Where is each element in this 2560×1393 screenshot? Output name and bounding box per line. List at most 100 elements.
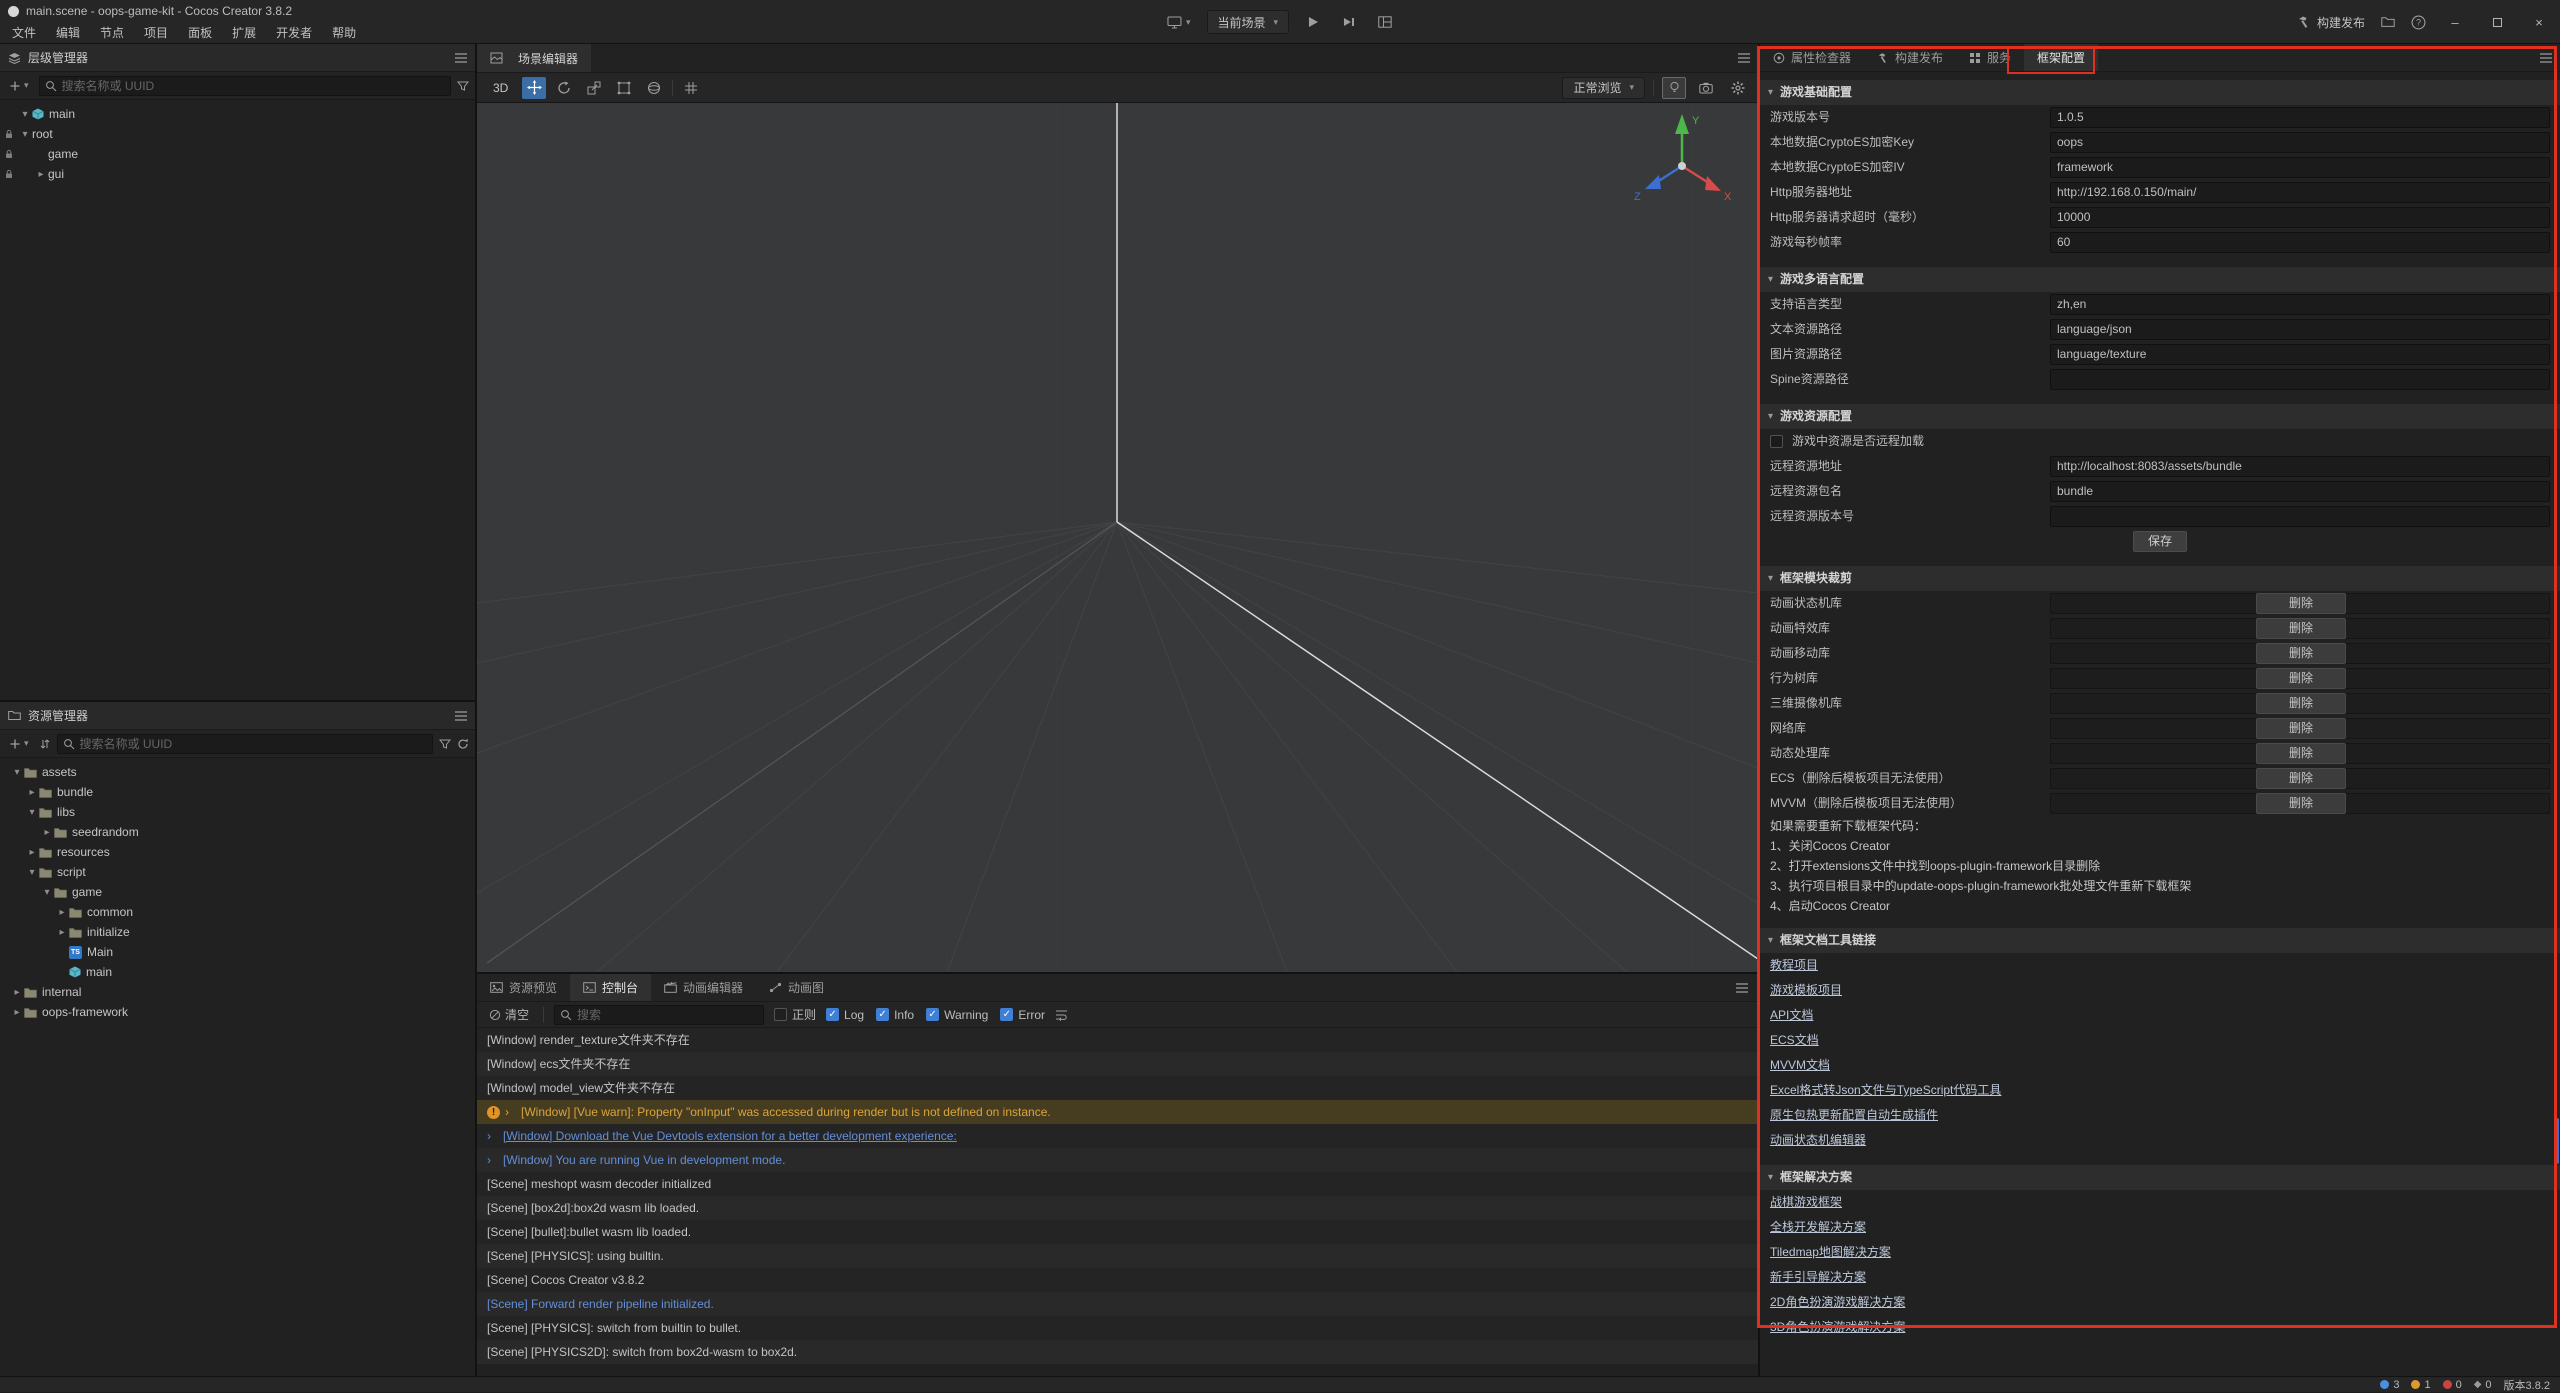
delete-button[interactable]: 删除	[2256, 793, 2346, 814]
log-row[interactable]: [Scene] meshopt wasm decoder initialized	[477, 1172, 1758, 1196]
clear-console-button[interactable]: 清空	[485, 1003, 533, 1027]
hierarchy-node[interactable]: game	[0, 144, 475, 164]
menu-item[interactable]: 编辑	[46, 22, 90, 44]
tree-expander[interactable]: ▾	[25, 867, 39, 878]
build-publish-button[interactable]: 构建发布	[2297, 14, 2365, 31]
log-filter[interactable]: ✓Log	[826, 1008, 864, 1022]
menu-item[interactable]: 文件	[2, 22, 46, 44]
hierarchy-node[interactable]: ▾root	[0, 124, 475, 144]
filter-checkbox[interactable]: ✓	[826, 1008, 839, 1021]
log-row[interactable]: !›[Window] [Vue warn]: Property "onInput…	[477, 1100, 1758, 1124]
text-input[interactable]: 60	[2050, 232, 2550, 253]
help-icon[interactable]: ?	[2411, 15, 2426, 30]
log-row[interactable]: [Scene] [box2d]:box2d wasm lib loaded.	[477, 1196, 1758, 1220]
asset-node[interactable]: TSMain	[0, 942, 475, 962]
tree-expander[interactable]: ▾	[40, 887, 54, 898]
doc-link[interactable]: 原生包热更新配置自动生成插件	[1770, 1108, 1938, 1122]
inspector-tab[interactable]: 服务	[1956, 44, 2024, 71]
preview-device-button[interactable]: ▾	[1163, 10, 1195, 34]
delete-button[interactable]: 删除	[2256, 693, 2346, 714]
text-input[interactable]	[2050, 506, 2550, 527]
doc-link[interactable]: MVVM文档	[1770, 1058, 1830, 1072]
text-input[interactable]	[2050, 369, 2550, 390]
console-search-input[interactable]	[577, 1008, 758, 1022]
minimize-button[interactable]: –	[2442, 15, 2468, 30]
log-row[interactable]: [Scene] Forward render pipeline initiali…	[477, 1292, 1758, 1316]
doc-link[interactable]: 战棋游戏框架	[1770, 1195, 1842, 1209]
scene-select[interactable]: 当前场景 ▾	[1206, 10, 1289, 34]
delete-button[interactable]: 删除	[2256, 593, 2346, 614]
sort-icon[interactable]	[39, 738, 51, 750]
rotate-tool-button[interactable]	[552, 77, 576, 99]
regex-checkbox[interactable]	[774, 1008, 787, 1021]
scene-viewport[interactable]: Y X Z	[477, 103, 1758, 972]
panel-menu-icon[interactable]	[455, 711, 467, 721]
refresh-icon[interactable]	[457, 738, 469, 750]
log-row[interactable]: [Scene] [PHYSICS2D]: switch from box2d-w…	[477, 1340, 1758, 1364]
doc-link[interactable]: 游戏模板项目	[1770, 983, 1842, 997]
view-mode-select[interactable]: 正常浏览 ▾	[1562, 77, 1645, 99]
text-input[interactable]: zh,en	[2050, 294, 2550, 315]
panel-menu-icon[interactable]	[1736, 983, 1748, 993]
log-row[interactable]: ›[Window] Download the Vue Devtools exte…	[477, 1124, 1758, 1148]
delete-button[interactable]: 删除	[2256, 718, 2346, 739]
panel-menu-icon[interactable]	[1738, 53, 1750, 63]
section-header[interactable]: ▾游戏资源配置	[1760, 404, 2560, 429]
doc-link[interactable]: 3D角色扮演游戏解决方案	[1770, 1320, 1905, 1334]
log-expand-icon[interactable]: ›	[487, 1148, 498, 1172]
console-tab[interactable]: 动画图	[756, 974, 837, 1001]
hierarchy-search-input[interactable]	[62, 79, 445, 93]
text-input[interactable]: http://localhost:8083/assets/bundle	[2050, 456, 2550, 477]
text-input[interactable]: http://192.168.0.150/main/	[2050, 182, 2550, 203]
section-header[interactable]: ▾游戏多语言配置	[1760, 267, 2560, 292]
log-filter[interactable]: ✓Warning	[926, 1008, 988, 1022]
log-expand-icon[interactable]: ›	[487, 1124, 498, 1148]
panel-menu-icon[interactable]	[455, 53, 467, 63]
tree-expander[interactable]: ▸	[25, 787, 39, 798]
tree-expander[interactable]: ▸	[55, 927, 69, 938]
doc-link[interactable]: 教程项目	[1770, 958, 1818, 972]
section-header[interactable]: ▾框架模块裁剪	[1760, 566, 2560, 591]
menu-item[interactable]: 开发者	[266, 22, 322, 44]
asset-node[interactable]: ▾game	[0, 882, 475, 902]
log-row[interactable]: [Scene] Cocos Creator v3.8.2	[477, 1268, 1758, 1292]
text-input[interactable]: language/json	[2050, 319, 2550, 340]
menu-item[interactable]: 面板	[178, 22, 222, 44]
play-button[interactable]	[1301, 10, 1325, 34]
doc-link[interactable]: Tiledmap地图解决方案	[1770, 1245, 1891, 1259]
asset-node[interactable]: ▸internal	[0, 982, 475, 1002]
menu-item[interactable]: 项目	[134, 22, 178, 44]
menu-item[interactable]: 节点	[90, 22, 134, 44]
filter-checkbox[interactable]: ✓	[926, 1008, 939, 1021]
log-row[interactable]: [Scene] [PHYSICS]: using builtin.	[477, 1244, 1758, 1268]
scene-settings-button[interactable]	[1726, 77, 1750, 99]
filter-checkbox[interactable]: ✓	[1000, 1008, 1013, 1021]
log-filter[interactable]: ✓Info	[876, 1008, 914, 1022]
delete-button[interactable]: 删除	[2256, 668, 2346, 689]
delete-button[interactable]: 删除	[2256, 768, 2346, 789]
hierarchy-node[interactable]: ▾main	[0, 104, 475, 124]
inspector-tab[interactable]: 属性检查器	[1760, 44, 1864, 71]
text-input[interactable]: framework	[2050, 157, 2550, 178]
move-tool-button[interactable]	[522, 77, 546, 99]
delete-button[interactable]: 删除	[2256, 743, 2346, 764]
inspector-tab[interactable]: 构建发布	[1864, 44, 1956, 71]
tree-expander[interactable]: ▾	[25, 807, 39, 818]
doc-link[interactable]: 动画状态机编辑器	[1770, 1133, 1866, 1147]
orientation-gizmo[interactable]: Y X Z	[1622, 108, 1742, 228]
text-input[interactable]: 10000	[2050, 207, 2550, 228]
doc-link[interactable]: ECS文档	[1770, 1033, 1819, 1047]
asset-node[interactable]: ▸oops-framework	[0, 1002, 475, 1022]
warning-counter[interactable]: 1	[2411, 1379, 2430, 1391]
doc-link[interactable]: API文档	[1770, 1008, 1813, 1022]
asset-node[interactable]: main	[0, 962, 475, 982]
scale-tool-button[interactable]	[582, 77, 606, 99]
filter-icon[interactable]	[439, 738, 451, 750]
console-tab[interactable]: 资源预览	[477, 974, 570, 1001]
log-row[interactable]: [Window] ecs文件夹不存在	[477, 1052, 1758, 1076]
doc-link[interactable]: 全栈开发解决方案	[1770, 1220, 1866, 1234]
folder-open-icon[interactable]	[2381, 16, 2395, 28]
filter-checkbox[interactable]: ✓	[876, 1008, 889, 1021]
tree-expander[interactable]: ▾	[18, 129, 32, 140]
regex-filter[interactable]: 正则	[774, 1006, 816, 1023]
